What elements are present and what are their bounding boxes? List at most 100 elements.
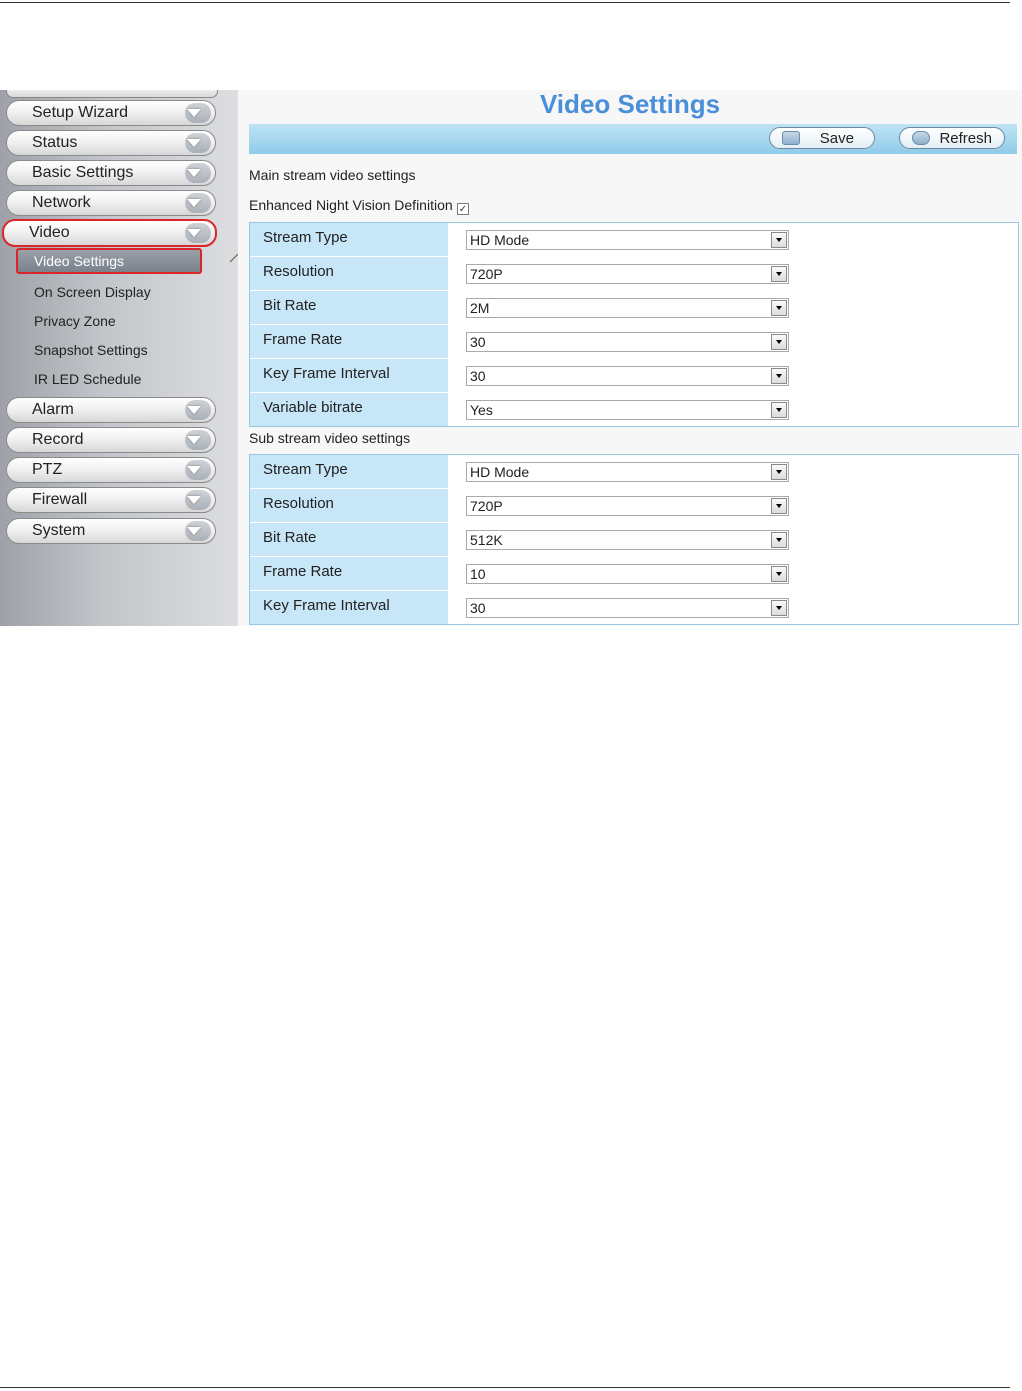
refresh-button-label: Refresh	[939, 130, 992, 147]
sidebar-partial-item	[6, 90, 218, 98]
dropdown-arrow-icon	[771, 464, 787, 480]
sub-key-frame-interval-select[interactable]: 30	[466, 598, 789, 618]
sub-resolution-select[interactable]: 720P	[466, 496, 789, 516]
dropdown-arrow-icon	[771, 368, 787, 384]
toolbar: Save Refresh	[249, 124, 1017, 154]
resolution-select[interactable]: 720P	[466, 264, 789, 284]
dropdown-arrow-icon	[771, 532, 787, 548]
bit-rate-select[interactable]: 2M	[466, 298, 789, 318]
sidebar-item-label: PTZ	[32, 461, 63, 478]
row-label: Stream Type	[250, 455, 448, 488]
dropdown-arrow-icon	[771, 300, 787, 316]
select-value: 30	[470, 600, 486, 616]
camera-web-ui: Setup Wizard Status Basic Settings Netwo…	[0, 90, 1022, 626]
row-label: Variable bitrate	[250, 393, 448, 426]
sidebar-item-system[interactable]: System	[6, 518, 216, 544]
save-button-label: Save	[819, 130, 854, 147]
sidebar-item-label: Firewall	[32, 491, 88, 508]
sidebar-item-label: Status	[32, 134, 78, 151]
sub-stream-table: Stream Type HD Mode Resolution 720P Bit …	[249, 454, 1019, 625]
row-label: Frame Rate	[250, 557, 448, 590]
main-stream-table: Stream Type HD Mode Resolution 720P Bit …	[249, 222, 1019, 427]
select-value: Yes	[470, 402, 493, 418]
sub-stream-type-select[interactable]: HD Mode	[466, 462, 789, 482]
sidebar-item-alarm[interactable]: Alarm	[6, 397, 216, 423]
sidebar-item-label: Video	[29, 224, 70, 241]
select-value: HD Mode	[470, 232, 530, 248]
table-row: Stream Type HD Mode	[250, 223, 1018, 257]
row-label: Key Frame Interval	[250, 591, 448, 624]
select-value: 512K	[470, 532, 503, 548]
dropdown-arrow-icon	[771, 566, 787, 582]
sidebar-item-label: System	[32, 522, 86, 539]
sidebar-item-record[interactable]: Record	[6, 427, 216, 453]
sidebar-item-network[interactable]: Network	[6, 190, 216, 216]
row-label: Bit Rate	[250, 523, 448, 556]
page-top-rule	[0, 2, 1010, 3]
sidebar-subitem-on-screen-display[interactable]: On Screen Display	[34, 284, 151, 300]
table-row: Key Frame Interval 30	[250, 591, 1018, 624]
save-button[interactable]: Save	[769, 127, 875, 149]
stream-type-select[interactable]: HD Mode	[466, 230, 789, 250]
sidebar-item-status[interactable]: Status	[6, 130, 216, 156]
dropdown-arrow-icon	[771, 498, 787, 514]
row-label: Resolution	[250, 257, 448, 290]
row-label: Stream Type	[250, 223, 448, 256]
sidebar-item-label: Basic Settings	[32, 164, 134, 181]
save-icon	[782, 131, 800, 145]
chevron-down-icon	[185, 400, 211, 420]
dropdown-arrow-icon	[771, 266, 787, 282]
select-value: 30	[470, 368, 486, 384]
collapse-notch-icon	[229, 254, 238, 263]
page-bottom-rule	[0, 1387, 1010, 1388]
page-title: Video Settings	[539, 90, 721, 119]
chevron-down-icon	[185, 163, 211, 183]
refresh-button[interactable]: Refresh	[899, 127, 1005, 149]
sidebar-item-basic-settings[interactable]: Basic Settings	[6, 160, 216, 186]
sidebar-subitem-privacy-zone[interactable]: Privacy Zone	[34, 313, 116, 329]
main-stream-section-label: Main stream video settings	[249, 167, 416, 183]
select-value: 2M	[470, 300, 490, 316]
sidebar: Setup Wizard Status Basic Settings Netwo…	[0, 90, 238, 626]
refresh-icon	[912, 131, 930, 145]
sidebar-item-setup-wizard[interactable]: Setup Wizard	[6, 100, 216, 126]
table-row: Variable bitrate Yes	[250, 393, 1018, 426]
sidebar-item-ptz[interactable]: PTZ	[6, 457, 216, 483]
sidebar-item-firewall[interactable]: Firewall	[6, 487, 216, 513]
select-value: 720P	[470, 266, 503, 282]
chevron-down-icon	[185, 103, 211, 123]
sidebar-item-video[interactable]: Video	[2, 219, 217, 247]
table-row: Frame Rate 10	[250, 557, 1018, 591]
table-row: Stream Type HD Mode	[250, 455, 1018, 489]
chevron-down-icon	[185, 521, 211, 541]
table-row: Frame Rate 30	[250, 325, 1018, 359]
main-panel: Video Settings Save Refresh Main stream …	[238, 90, 1022, 626]
select-value: 720P	[470, 498, 503, 514]
sub-frame-rate-select[interactable]: 10	[466, 564, 789, 584]
sub-stream-section-label: Sub stream video settings	[249, 430, 411, 446]
row-label: Resolution	[250, 489, 448, 522]
dropdown-arrow-icon	[771, 402, 787, 418]
variable-bitrate-select[interactable]: Yes	[466, 400, 789, 420]
sidebar-subitem-snapshot-settings[interactable]: Snapshot Settings	[34, 342, 148, 358]
chevron-down-icon	[185, 193, 211, 213]
sidebar-item-label: Record	[32, 431, 84, 448]
dropdown-arrow-icon	[771, 232, 787, 248]
sidebar-subitem-label: Video Settings	[34, 253, 125, 269]
chevron-down-icon	[185, 490, 211, 510]
table-row: Resolution 720P	[250, 257, 1018, 291]
dropdown-arrow-icon	[771, 600, 787, 616]
select-value: 30	[470, 334, 486, 350]
chevron-down-icon	[185, 430, 211, 450]
key-frame-interval-select[interactable]: 30	[466, 366, 789, 386]
table-row: Bit Rate 512K	[250, 523, 1018, 557]
sidebar-item-label: Network	[32, 194, 91, 211]
sidebar-subitem-video-settings[interactable]: Video Settings	[16, 248, 202, 274]
frame-rate-select[interactable]: 30	[466, 332, 789, 352]
row-label: Bit Rate	[250, 291, 448, 324]
table-row: Bit Rate 2M	[250, 291, 1018, 325]
night-vision-checkbox[interactable]: ✓	[457, 203, 469, 215]
sidebar-subitem-ir-led-schedule[interactable]: IR LED Schedule	[34, 371, 141, 387]
dropdown-arrow-icon	[771, 334, 787, 350]
sub-bit-rate-select[interactable]: 512K	[466, 530, 789, 550]
